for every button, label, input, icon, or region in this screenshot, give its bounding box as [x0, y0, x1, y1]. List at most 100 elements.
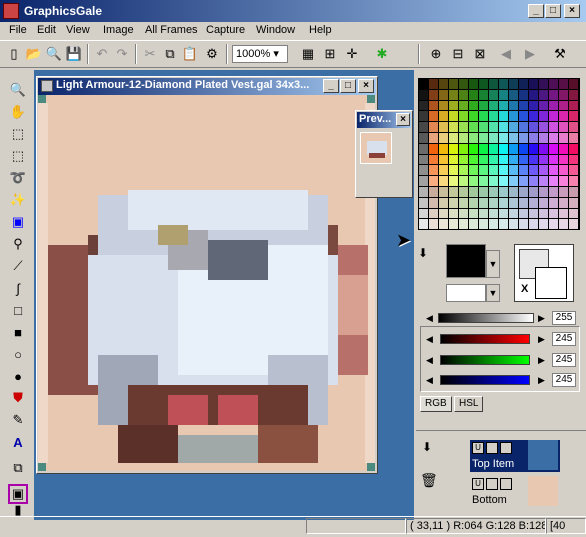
palette-swatch[interactable]: [539, 197, 548, 208]
text-tool-icon[interactable]: A: [8, 432, 28, 452]
palette-swatch[interactable]: [559, 143, 568, 154]
redo-icon[interactable]: ↷: [112, 44, 132, 64]
palette-swatch[interactable]: [469, 89, 478, 100]
palette-swatch[interactable]: [489, 143, 498, 154]
palette-swatch[interactable]: [529, 111, 538, 122]
palette-swatch[interactable]: [419, 208, 428, 219]
palette-swatch[interactable]: [449, 79, 458, 89]
palette-swatch[interactable]: [509, 122, 518, 132]
doc-close-button[interactable]: ×: [358, 79, 374, 93]
palette-swatch[interactable]: [439, 154, 448, 165]
palette-swatch[interactable]: [429, 176, 438, 186]
palette-swatch[interactable]: [539, 122, 548, 132]
palette-swatch[interactable]: [559, 165, 568, 176]
palette-swatch[interactable]: [479, 133, 488, 143]
r-left-arrow-icon[interactable]: ◀: [426, 334, 433, 345]
palette-swatch[interactable]: [529, 187, 538, 197]
eyedropper-icon[interactable]: ⚲: [8, 234, 28, 254]
palette-swatch[interactable]: [569, 143, 578, 154]
zoom-search-icon[interactable]: 🔍: [44, 44, 64, 64]
color-replace-icon[interactable]: ✎: [8, 410, 28, 430]
palette-swatch[interactable]: [559, 176, 568, 186]
palette-swatch[interactable]: [569, 79, 578, 89]
menu-view[interactable]: View: [66, 24, 90, 36]
palette-swatch[interactable]: [429, 165, 438, 176]
menu-window[interactable]: Window: [256, 24, 295, 36]
green-value[interactable]: 245: [552, 353, 576, 367]
palette-swatch[interactable]: [559, 197, 568, 208]
palette-swatch[interactable]: [529, 89, 538, 100]
palette-swatch[interactable]: [419, 165, 428, 176]
palette-swatch[interactable]: [459, 176, 468, 186]
palette-swatch[interactable]: [469, 133, 478, 143]
palette-swatch[interactable]: [439, 79, 448, 89]
palette-swatch[interactable]: [539, 100, 548, 111]
palette-swatch[interactable]: [559, 208, 568, 219]
red-value[interactable]: 245: [552, 332, 576, 346]
palette-swatch[interactable]: [429, 208, 438, 219]
palette-swatch[interactable]: [499, 143, 508, 154]
settings-icon[interactable]: ⚒: [550, 44, 570, 64]
zoom-tool-icon[interactable]: 🔍: [8, 80, 28, 100]
palette-swatch[interactable]: [429, 89, 438, 100]
undo-icon[interactable]: ↶: [92, 44, 112, 64]
palette-swatch[interactable]: [429, 187, 438, 197]
palette-swatch[interactable]: [529, 143, 538, 154]
palette-swatch[interactable]: [569, 219, 578, 230]
palette-swatch[interactable]: [519, 197, 528, 208]
palette-swatch[interactable]: [519, 133, 528, 143]
palette-swatch[interactable]: [469, 111, 478, 122]
palette-swatch[interactable]: [459, 89, 468, 100]
g-left-arrow-icon[interactable]: ◀: [426, 355, 433, 366]
sec-dropdown-arrow-icon[interactable]: ▼: [486, 284, 500, 302]
palette-swatch[interactable]: [559, 111, 568, 122]
magic-wand-icon[interactable]: ✨: [8, 190, 28, 210]
palette-swatch[interactable]: [499, 187, 508, 197]
palette-swatch[interactable]: [469, 187, 478, 197]
palette-swatch[interactable]: [469, 79, 478, 89]
palette-swatch[interactable]: [539, 165, 548, 176]
rect-select-icon[interactable]: ⬚: [8, 124, 28, 144]
palette-swatch[interactable]: [499, 154, 508, 165]
palette-swatch[interactable]: [509, 208, 518, 219]
palette-swatch[interactable]: [519, 122, 528, 132]
palette-swatch[interactable]: [499, 111, 508, 122]
layer-arrow-down-icon[interactable]: ⬇: [422, 440, 432, 454]
palette-swatch[interactable]: [509, 187, 518, 197]
palette-swatch[interactable]: [569, 154, 578, 165]
palette-swatch[interactable]: [549, 133, 558, 143]
palette-swatch[interactable]: [459, 197, 468, 208]
palette-swatch[interactable]: [569, 165, 578, 176]
secondary-color-swatch[interactable]: [446, 284, 486, 302]
palette-swatch[interactable]: [499, 219, 508, 230]
palette-swatch[interactable]: [529, 176, 538, 186]
r-right-arrow-icon[interactable]: ▶: [538, 334, 545, 345]
palette-swatch[interactable]: [549, 79, 558, 89]
palette-swatch[interactable]: [569, 100, 578, 111]
curve-tool-icon[interactable]: ∫: [8, 278, 28, 298]
palette-swatch[interactable]: [559, 89, 568, 100]
palette-swatch[interactable]: [519, 111, 528, 122]
doc-minimize-button[interactable]: _: [323, 79, 339, 93]
palette-swatch[interactable]: [549, 100, 558, 111]
g-right-arrow-icon[interactable]: ▶: [538, 355, 545, 366]
gray-left-arrow-icon[interactable]: ◀: [426, 313, 433, 324]
palette-swatch[interactable]: [429, 100, 438, 111]
palette-swatch[interactable]: [449, 154, 458, 165]
palette-swatch[interactable]: [489, 219, 498, 230]
filled-rectangle-icon[interactable]: ■: [8, 322, 28, 342]
blue-value[interactable]: 245: [552, 373, 576, 387]
palette-swatch[interactable]: [549, 89, 558, 100]
palette-swatch[interactable]: [449, 100, 458, 111]
arrow-down-icon[interactable]: ⬇: [418, 246, 428, 260]
palette-swatch[interactable]: [419, 79, 428, 89]
palette-swatch[interactable]: [489, 165, 498, 176]
palette-swatch[interactable]: [469, 208, 478, 219]
palette-swatch[interactable]: [479, 187, 488, 197]
palette-swatch[interactable]: [559, 133, 568, 143]
palette-swatch[interactable]: [539, 154, 548, 165]
palette-tool-icon[interactable]: ✱: [372, 44, 392, 64]
copy-icon[interactable]: ⧉: [160, 44, 180, 64]
palette-swatch[interactable]: [549, 143, 558, 154]
palette-swatch[interactable]: [459, 187, 468, 197]
